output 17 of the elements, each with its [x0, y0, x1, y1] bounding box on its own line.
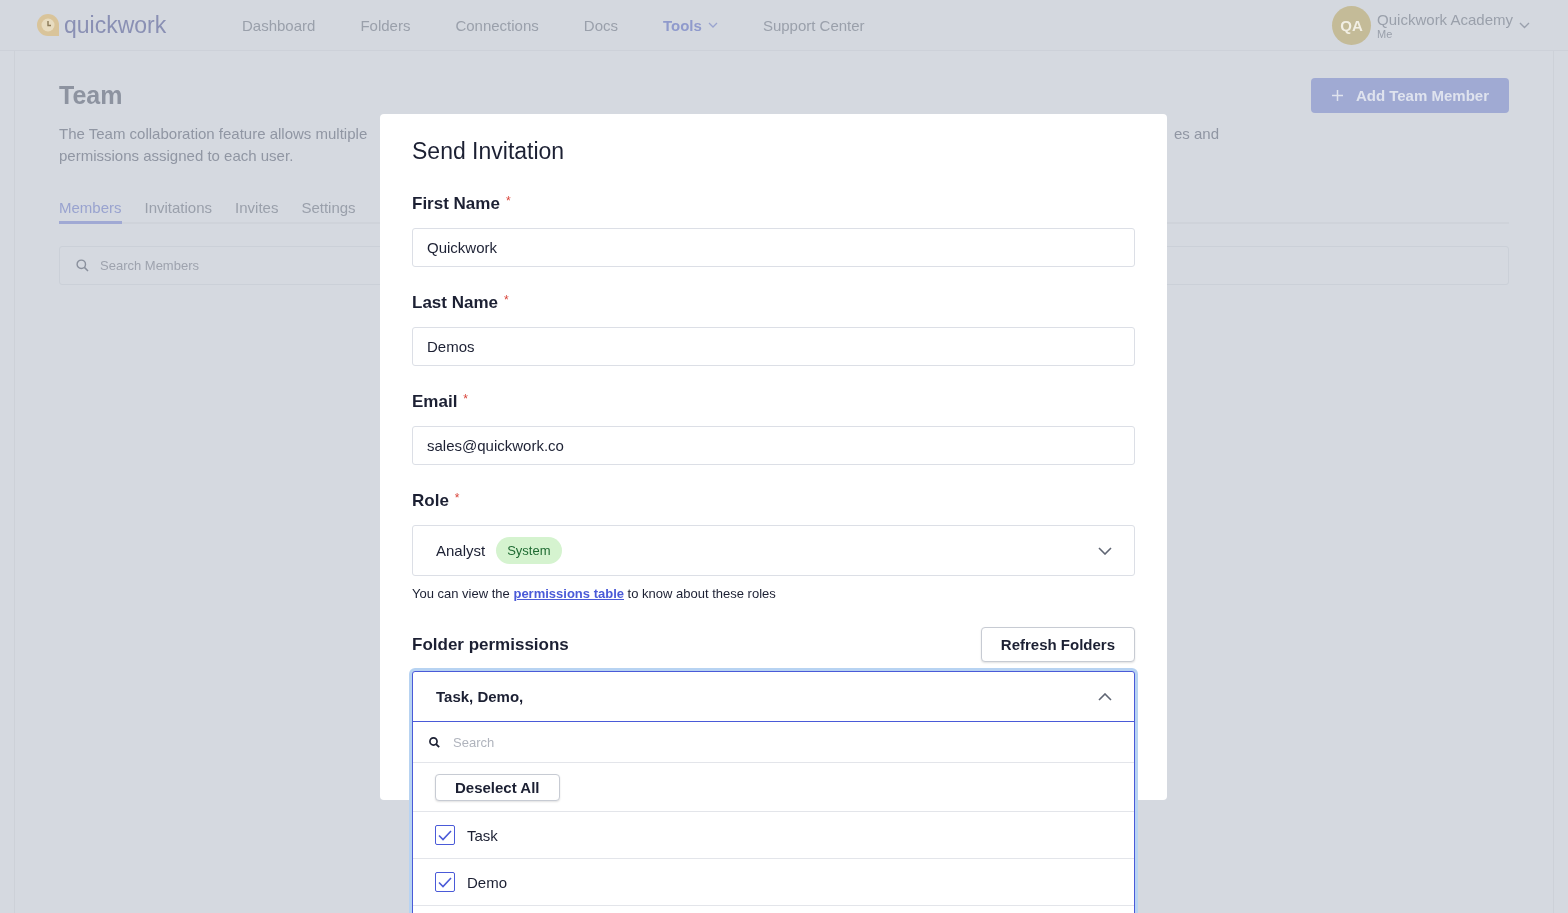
required-mark: * [463, 392, 469, 406]
field-label: Last Name [412, 293, 498, 313]
dialog-title: Send Invitation [412, 138, 566, 165]
user-name: Quickwork Academy [1377, 10, 1513, 28]
system-badge: System [496, 537, 562, 564]
page-description: The Team collaboration feature allows multiple permissions assigned to each user. [59, 124, 368, 166]
page-title: Team [59, 81, 123, 110]
page-description: es and [1173, 124, 1219, 144]
user-subtitle: Me [1377, 27, 1393, 40]
required-mark: * [504, 293, 509, 307]
field-label: Role [412, 491, 449, 511]
help-text: You can view the permissions table to know about these roles [412, 586, 777, 601]
field-label: Folder permissions [412, 634, 569, 655]
field-label: First Name [412, 194, 500, 214]
required-mark: * [505, 194, 511, 208]
field-label: Email [412, 392, 458, 412]
required-mark: * [454, 491, 460, 505]
